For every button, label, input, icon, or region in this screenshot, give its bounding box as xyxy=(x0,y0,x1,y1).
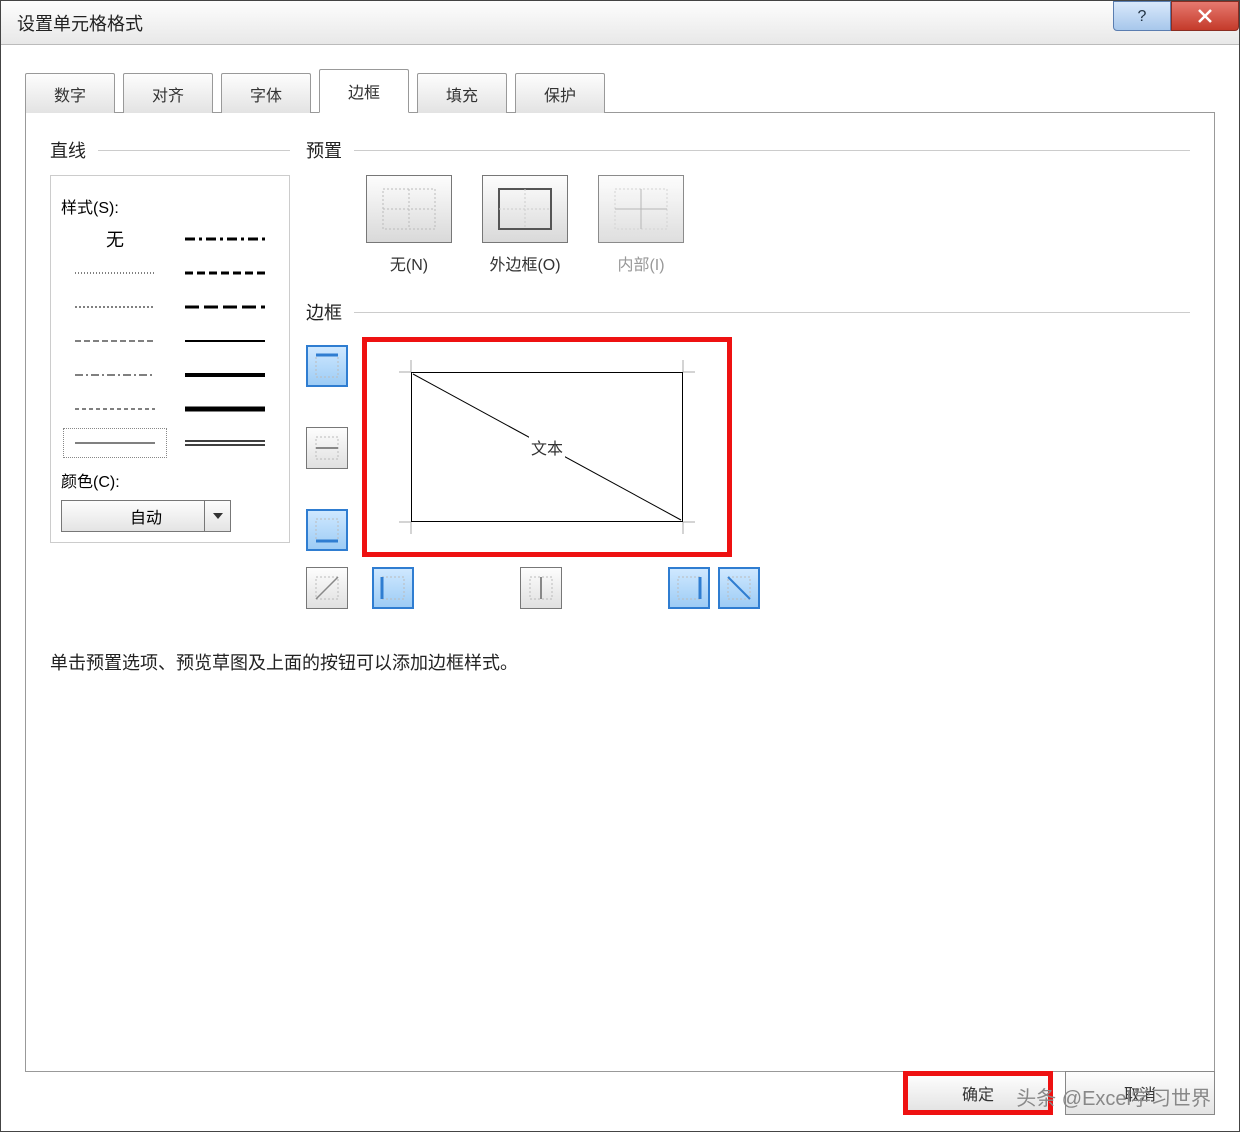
close-button[interactable] xyxy=(1171,1,1239,31)
content-area: 数字 对齐 字体 边框 填充 保护 直线 样式(S): 无 xyxy=(1,45,1239,1131)
style-dash-short[interactable] xyxy=(63,394,167,424)
tab-number[interactable]: 数字 xyxy=(25,73,115,113)
tab-row: 数字 对齐 字体 边框 填充 保护 xyxy=(25,69,1215,113)
style-thicker[interactable] xyxy=(173,394,277,424)
tab-fill[interactable]: 填充 xyxy=(417,73,507,113)
color-dropdown[interactable]: 自动 xyxy=(61,500,231,532)
preset-outline-label: 外边框(O) xyxy=(482,251,568,275)
style-dotted[interactable] xyxy=(63,292,167,322)
style-dashed[interactable] xyxy=(63,326,167,356)
help-button[interactable]: ? xyxy=(1113,1,1171,31)
preset-outline-button[interactable] xyxy=(482,175,568,243)
style-label: 样式(S): xyxy=(61,194,279,218)
dialog-buttons: 确定 取消 xyxy=(903,1071,1215,1115)
color-label: 颜色(C): xyxy=(61,468,279,492)
titlebar: 设置单元格格式 ? xyxy=(1,1,1239,45)
cancel-button[interactable]: 取消 xyxy=(1065,1071,1215,1115)
border-preview[interactable]: 文本 xyxy=(395,358,699,536)
preset-inside-button[interactable] xyxy=(598,175,684,243)
tab-alignment[interactable]: 对齐 xyxy=(123,73,213,113)
style-dash-dot-thick[interactable] xyxy=(173,224,277,254)
preset-inside-label: 内部(I) xyxy=(598,251,684,275)
dropdown-arrow-icon xyxy=(204,501,230,531)
hint-text: 单击预置选项、预览草图及上面的按钮可以添加边框样式。 xyxy=(50,649,1190,675)
border-diag-down-button[interactable] xyxy=(718,567,760,609)
preset-none-label: 无(N) xyxy=(366,251,452,275)
preview-text: 文本 xyxy=(529,435,565,459)
border-title: 边框 xyxy=(306,299,342,325)
preset-title: 预置 xyxy=(306,137,342,163)
border-preview-highlight: 文本 xyxy=(362,337,732,557)
svg-text:?: ? xyxy=(1138,8,1147,25)
border-left-button[interactable] xyxy=(372,567,414,609)
line-style-grid[interactable]: 无 xyxy=(61,222,279,460)
style-double[interactable] xyxy=(173,428,277,458)
style-thin-selected[interactable] xyxy=(63,428,167,458)
style-dotted-fine[interactable] xyxy=(63,258,167,288)
preset-row: 无(N) 外边框(O) 内部(I) xyxy=(306,175,1190,275)
line-column: 直线 样式(S): 无 xyxy=(50,137,290,609)
title-controls: ? xyxy=(1113,1,1239,44)
tab-font[interactable]: 字体 xyxy=(221,73,311,113)
border-bottom-button[interactable] xyxy=(306,509,348,551)
border-panel: 直线 样式(S): 无 xyxy=(25,112,1215,1072)
style-thick[interactable] xyxy=(173,360,277,390)
border-diag-up-button[interactable] xyxy=(306,567,348,609)
tab-border[interactable]: 边框 xyxy=(319,69,409,113)
line-group-title: 直线 xyxy=(50,137,86,163)
border-hmiddle-button[interactable] xyxy=(306,427,348,469)
style-medium[interactable] xyxy=(173,326,277,356)
color-value: 自动 xyxy=(130,504,162,528)
ok-button[interactable]: 确定 xyxy=(903,1071,1053,1115)
border-vmiddle-button[interactable] xyxy=(520,567,562,609)
style-long-dash-thick[interactable] xyxy=(173,292,277,322)
dialog-title: 设置单元格格式 xyxy=(17,10,143,36)
right-column: 预置 无(N) 外边框(O) xyxy=(290,137,1190,609)
format-cells-dialog: 设置单元格格式 ? 数字 对齐 字体 边框 填充 保护 直线 xyxy=(0,0,1240,1132)
border-top-button[interactable] xyxy=(306,345,348,387)
style-none[interactable]: 无 xyxy=(63,224,167,254)
style-dashed-thick[interactable] xyxy=(173,258,277,288)
style-dash-dot[interactable] xyxy=(63,360,167,390)
tab-protection[interactable]: 保护 xyxy=(515,73,605,113)
preset-none-button[interactable] xyxy=(366,175,452,243)
border-right-button[interactable] xyxy=(668,567,710,609)
